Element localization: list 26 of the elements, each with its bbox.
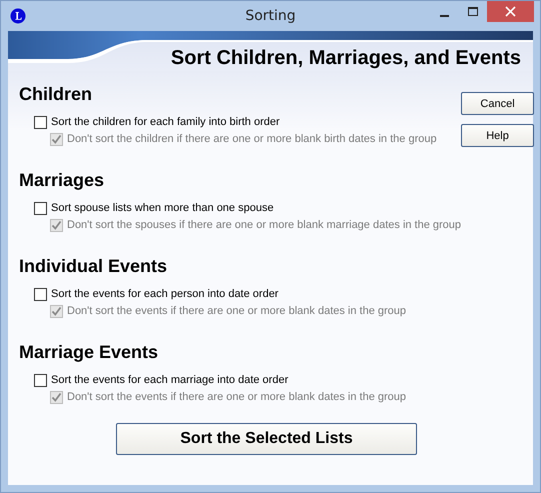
cancel-button[interactable]: Cancel: [461, 92, 534, 115]
section-heading: Children: [19, 83, 94, 105]
banner-title: Sort Children, Marriages, and Events: [170, 47, 521, 70]
window-title: Sorting: [244, 8, 297, 24]
checkbox-label: Don't sort the spouses if there are one or more blank marriage dates in the group: [67, 219, 462, 231]
checkbox[interactable]: [34, 374, 47, 386]
checkbox[interactable]: [34, 116, 47, 128]
checkbox-label: Sort the events for each marriage into date order: [51, 374, 288, 386]
checkbox-label: Sort the children for each family into birth order: [51, 116, 280, 128]
checkbox-label: Sort the events for each person into date order: [51, 288, 278, 300]
minimize-icon: [440, 14, 450, 16]
close-button[interactable]: [487, 1, 534, 22]
sort-button[interactable]: Sort the Selected Lists: [116, 423, 417, 455]
section-heading: Marriages: [19, 169, 106, 191]
help-button[interactable]: Help: [461, 124, 534, 147]
checkbox-label: Don't sort the children if there are one or more blank birth dates in the group: [67, 133, 437, 145]
section-heading: Marriage Events: [19, 341, 160, 363]
checkbox-label: Don't sort the events if there are one or more blank dates in the group: [67, 391, 406, 403]
close-icon: [505, 6, 516, 17]
section-heading: Individual Events: [19, 255, 168, 277]
checkbox-label: Don't sort the events if there are one or more blank dates in the group: [67, 305, 406, 317]
checkbox[interactable]: [34, 288, 47, 300]
app-logo-icon: [10, 8, 26, 24]
checkbox-label: Sort spouse lists when more than one spouse: [51, 202, 274, 214]
maximize-icon: [468, 6, 478, 16]
checkbox[interactable]: [34, 202, 47, 214]
